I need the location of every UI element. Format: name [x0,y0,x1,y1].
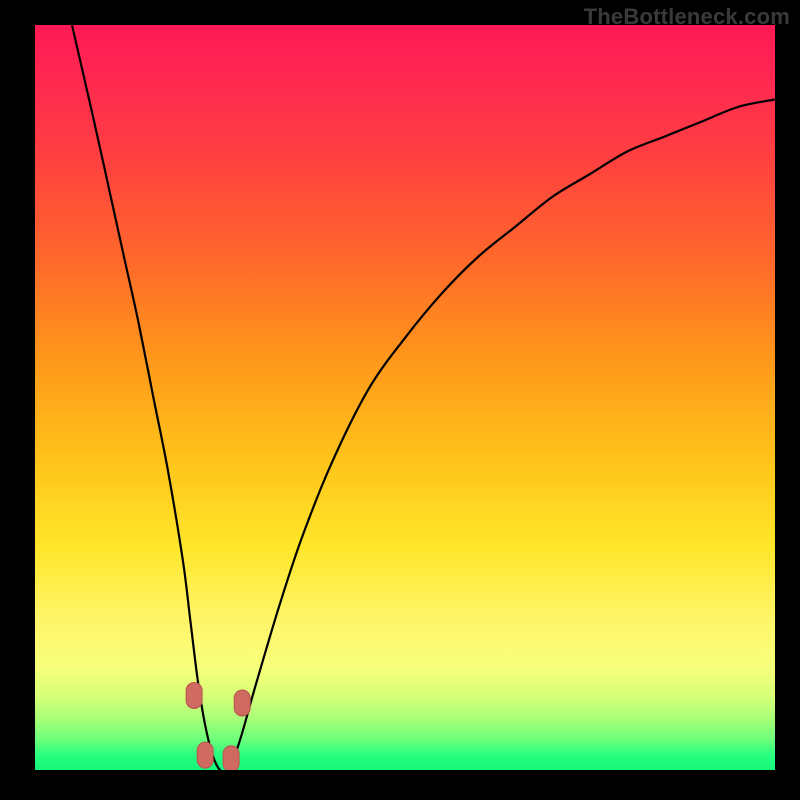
marker-c [223,746,239,770]
watermark-text: TheBottleneck.com [584,4,790,30]
plot-area [35,25,775,770]
marker-a [186,683,202,709]
chart-frame: TheBottleneck.com [0,0,800,800]
marker-d [234,690,250,716]
marker-group [186,683,250,771]
curve-svg [35,25,775,770]
bottleneck-curve-path [72,25,775,770]
marker-b [197,742,213,768]
